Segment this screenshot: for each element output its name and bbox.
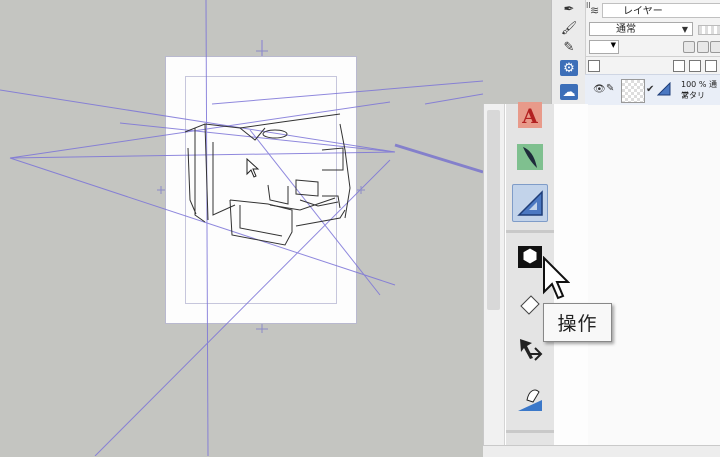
fill-tool-icon	[518, 389, 542, 411]
svg-text:A: A	[521, 104, 538, 128]
chevron-down-icon: ▼	[610, 41, 616, 49]
layer-palette: ✒ 🖌 ✎ ⚙ ☁ II ≋ レイヤー 通常 ▼ ▼ 👁 ✎ ✔ 100 % 通…	[551, 0, 720, 105]
expression-color-select[interactable]: ▼	[589, 40, 619, 54]
blend-mode-value: 通常	[616, 24, 636, 35]
perspective-line	[9, 101, 391, 159]
ruler-icon	[657, 82, 671, 96]
text-tool-button[interactable]: A	[512, 96, 548, 134]
decoration-brush-icon	[517, 144, 543, 170]
bottom-panel-bar	[483, 445, 720, 457]
fill-tool-button[interactable]	[512, 380, 548, 418]
layer-row[interactable]: 👁 ✎ ✔ 100 % 通常 アタリ	[585, 74, 720, 105]
layer-name: アタリ	[681, 91, 705, 100]
layer-toolbar	[585, 56, 720, 73]
mouse-pointer-icon	[543, 256, 570, 300]
perspective-line	[424, 93, 484, 105]
pen-nib-icon[interactable]: ✒	[560, 1, 578, 17]
perspective-line	[9, 151, 396, 159]
new-layer-icon[interactable]	[673, 60, 685, 72]
eraser-icon	[520, 295, 540, 315]
blend-mode-select[interactable]: 通常 ▼	[589, 22, 693, 36]
spray-icon[interactable]: ⚙	[560, 60, 578, 76]
move-layer-icon	[520, 339, 543, 361]
brush-icon[interactable]: 🖌	[560, 20, 578, 36]
edit-pen-icon[interactable]: ✎	[606, 83, 614, 94]
text-tool-icon: A	[518, 102, 542, 128]
new-folder-icon[interactable]	[705, 60, 717, 72]
check-icon: ✔	[646, 84, 655, 95]
tooltip: 操作	[543, 303, 612, 342]
layer-stack-icon[interactable]	[588, 60, 600, 72]
ink-pen-icon[interactable]: ✎	[560, 39, 578, 55]
blend-tool-icon[interactable]: ☁	[560, 84, 578, 100]
opacity-slider[interactable]	[698, 25, 720, 35]
tab-layer[interactable]: レイヤー	[602, 3, 720, 18]
clip-icon[interactable]	[697, 41, 709, 53]
mouse-cursor-icon	[246, 158, 260, 178]
reference-icon[interactable]	[710, 41, 720, 53]
decoration-tool-button[interactable]	[512, 138, 548, 176]
tool-palette: A	[483, 102, 588, 445]
palette-scrollbar[interactable]	[484, 104, 505, 445]
tool-separator	[506, 230, 554, 233]
vanishing-handle	[394, 143, 484, 174]
eye-icon[interactable]: 👁	[593, 84, 606, 95]
perspective-line	[0, 89, 396, 153]
perspective-line	[94, 159, 391, 456]
layers-icon: ≋	[590, 4, 600, 17]
ruler-tool-icon	[517, 190, 543, 216]
layer-thumbnail	[621, 79, 645, 103]
tool-separator	[506, 430, 554, 433]
sub-tool-icon-column: ✒ 🖌 ✎ ⚙ ☁	[552, 0, 586, 104]
new-vector-layer-icon[interactable]	[689, 60, 701, 72]
lock-icon[interactable]	[683, 41, 695, 53]
ruler-tool-button[interactable]	[512, 184, 548, 222]
chevron-down-icon: ▼	[681, 25, 688, 34]
perspective-line	[249, 129, 381, 296]
vertical-guide-line	[205, 0, 209, 456]
scrollbar-thumb[interactable]	[487, 110, 500, 310]
perspective-line	[9, 157, 396, 286]
operation-tool-icon	[518, 246, 542, 268]
